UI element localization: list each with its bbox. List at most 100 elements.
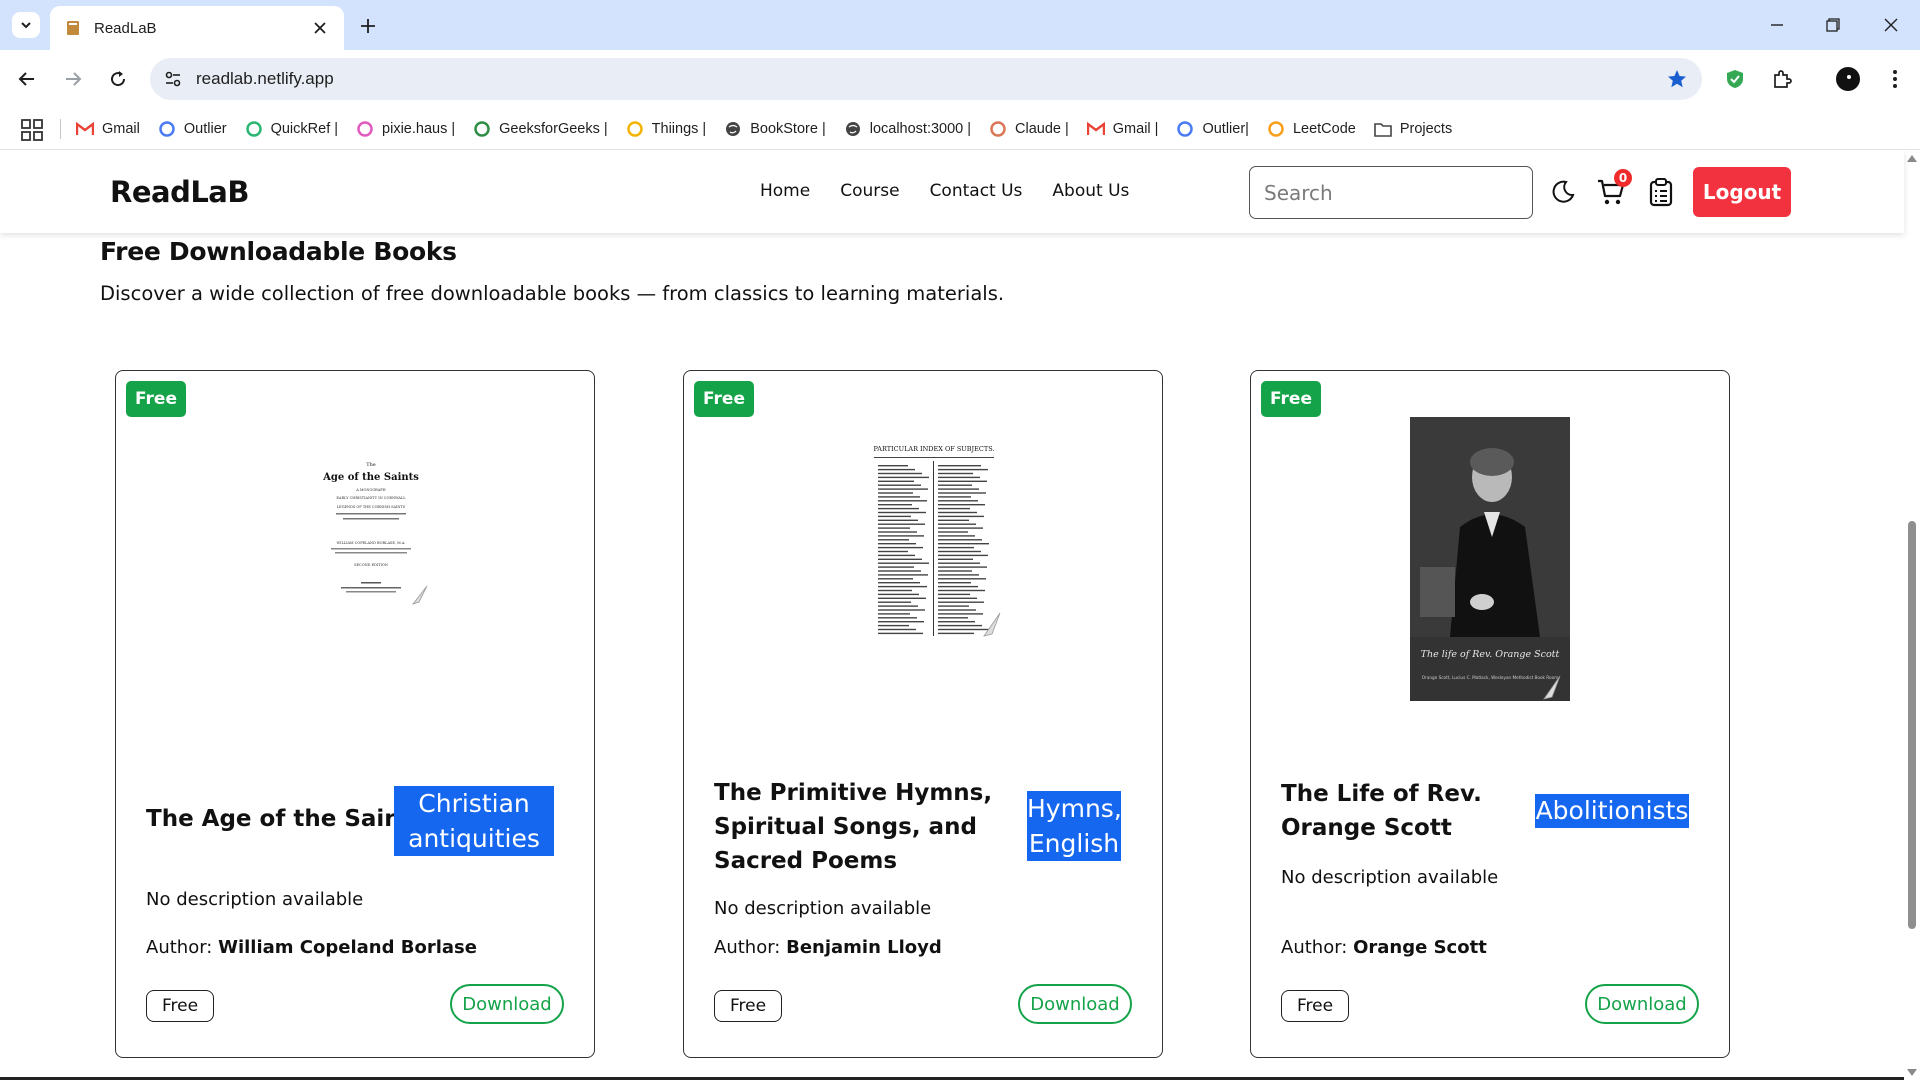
browser-tab-strip: ReadLaB [0, 0, 1920, 50]
bookmark-label: Thiings | [651, 121, 707, 137]
thiings-icon [626, 120, 644, 138]
cover-text-line: The life of Rev. Orange Scott [1421, 649, 1560, 660]
outlier-icon [158, 120, 176, 138]
book-title[interactable]: The Life of Rev. Orange Scott [1281, 777, 1482, 845]
bookmark-label: Claude | [1015, 121, 1069, 137]
section-title: Free Downloadable Books [100, 237, 457, 266]
url-text[interactable]: readlab.netlify.app [196, 69, 334, 89]
free-badge: Free [694, 381, 754, 417]
book-card[interactable]: Free PARTICULAR INDEX OF SUBJECTS. The P… [683, 370, 1163, 1058]
browser-menu-icon[interactable] [1880, 64, 1910, 94]
shield-extension-icon[interactable] [1720, 64, 1750, 94]
nav-link-course[interactable]: Course [840, 181, 899, 201]
gfg-icon [473, 120, 491, 138]
bookmark-label: Outlier| [1202, 121, 1249, 137]
tab-search-button[interactable] [12, 12, 40, 38]
price-tag: Free [146, 990, 214, 1022]
reload-icon[interactable] [103, 64, 133, 94]
author-name: Benjamin Lloyd [786, 937, 942, 958]
scroll-up-arrow-icon[interactable] [1907, 155, 1917, 162]
profile-avatar-icon[interactable] [1833, 64, 1863, 94]
cart-count-badge: 0 [1614, 169, 1632, 187]
author-label: Author: [1281, 937, 1348, 958]
bookmark-item[interactable]: localhost:3000 | [844, 120, 971, 138]
back-arrow-icon[interactable] [12, 64, 42, 94]
bookmark-star-icon[interactable] [1666, 68, 1688, 90]
chevron-down-icon [21, 22, 31, 29]
bookmark-item[interactable]: Outlier| [1176, 120, 1249, 138]
scrollbar-thumb[interactable] [1908, 521, 1916, 929]
close-window-icon[interactable] [1876, 10, 1906, 40]
pixie-icon [356, 120, 374, 138]
restore-icon[interactable] [1818, 10, 1848, 40]
free-badge: Free [1261, 381, 1321, 417]
subject-tag: Hymns, English [1027, 791, 1122, 861]
nav-link-contact-us[interactable]: Contact Us [930, 181, 1023, 201]
outlier-icon [1176, 120, 1194, 138]
folder-icon [1374, 120, 1392, 138]
bookmark-label: LeetCode [1292, 121, 1356, 137]
bookmark-item[interactable]: LeetCode [1267, 120, 1356, 138]
bookmarks-separator [60, 119, 61, 139]
bookmark-item[interactable]: Gmail [76, 120, 140, 138]
price-tag: Free [714, 990, 782, 1022]
extensions-puzzle-icon[interactable] [1767, 64, 1797, 94]
download-button[interactable]: Download [1018, 984, 1132, 1024]
site-info-icon[interactable] [162, 68, 184, 90]
site-navbar: ReadLaB Home Course Contact Us About Us … [0, 151, 1904, 233]
main-menu: Home Course Contact Us About Us [760, 181, 1159, 201]
bookmarks-bar: Gmail Outlier QuickRef | pixie.haus | Geeksf… [0, 108, 1920, 150]
download-button[interactable]: Download [1585, 984, 1699, 1024]
browser-tab-active[interactable]: ReadLaB [50, 6, 344, 50]
cover-text-line: Orange Scott, Lucius C. Matlack, Wesleya… [1422, 675, 1558, 680]
book-card[interactable]: Free The Age of the Saints A MONOGRAPH E… [115, 370, 595, 1058]
gmail-icon [1086, 120, 1105, 138]
free-badge: Free [126, 381, 186, 417]
bookmark-item[interactable]: GeeksforGeeks | [473, 120, 608, 138]
minimize-icon[interactable] [1762, 10, 1792, 40]
bookmark-item[interactable]: BookStore | [724, 120, 826, 138]
book-title-line: Orange Scott [1281, 815, 1452, 841]
subject-line: English [1028, 829, 1120, 858]
subject-tag: Abolitionists [1535, 794, 1689, 828]
orders-clipboard-icon[interactable] [1644, 175, 1678, 209]
cover-text-line: SECOND EDITION [354, 563, 388, 567]
nav-link-home[interactable]: Home [760, 181, 810, 201]
book-title-line: The Age of the Saints [146, 806, 426, 832]
site-logo[interactable]: ReadLaB [110, 175, 249, 209]
bookmark-item[interactable]: pixie.haus | [356, 120, 455, 138]
subject-line: Christian [418, 789, 530, 818]
download-button[interactable]: Download [450, 984, 564, 1024]
book-title[interactable]: The Age of the Saints [146, 802, 425, 836]
nav-link-about-us[interactable]: About Us [1052, 181, 1129, 201]
dark-mode-moon-icon[interactable] [1546, 175, 1580, 209]
cover-text-line: WILLIAM COPELAND BORLASE, M.A. [336, 541, 405, 545]
bookmark-label: Outlier [183, 121, 227, 137]
new-tab-icon[interactable] [354, 12, 382, 40]
bookmark-item[interactable]: QuickRef | [245, 120, 338, 138]
book-favicon-icon [67, 21, 79, 35]
page-scrollbar[interactable] [1904, 151, 1920, 1080]
forward-arrow-icon[interactable] [58, 64, 88, 94]
bookmark-label: Gmail | [1112, 121, 1159, 137]
bookmark-item[interactable]: Claude | [989, 120, 1069, 138]
globe-icon [844, 120, 862, 138]
address-bar[interactable]: readlab.netlify.app [150, 58, 1702, 100]
book-cover-image: PARTICULAR INDEX OF SUBJECTS. [854, 441, 1014, 641]
apps-grid-icon[interactable] [20, 118, 44, 142]
browser-toolbar: readlab.netlify.app [0, 50, 1920, 108]
logout-button[interactable]: Logout [1693, 167, 1791, 217]
cover-text-line: The [366, 462, 376, 468]
book-author: Author: William Copeland Borlase [146, 937, 477, 958]
book-card[interactable]: Free The life of Rev. Orange Scott Orang… [1250, 370, 1730, 1058]
search-input[interactable] [1249, 166, 1533, 219]
cart-button[interactable]: 0 [1594, 169, 1632, 209]
book-description: No description available [1281, 867, 1499, 888]
bookmark-item[interactable]: Outlier [158, 120, 227, 138]
bookmark-item[interactable]: Projects [1374, 120, 1452, 138]
scroll-down-arrow-icon[interactable] [1907, 1069, 1917, 1076]
close-tab-icon[interactable] [310, 18, 330, 38]
bookmark-item[interactable]: Gmail | [1086, 120, 1159, 138]
book-title[interactable]: The Primitive Hymns, Spiritual Songs, an… [714, 776, 992, 878]
bookmark-item[interactable]: Thiings | [626, 120, 707, 138]
